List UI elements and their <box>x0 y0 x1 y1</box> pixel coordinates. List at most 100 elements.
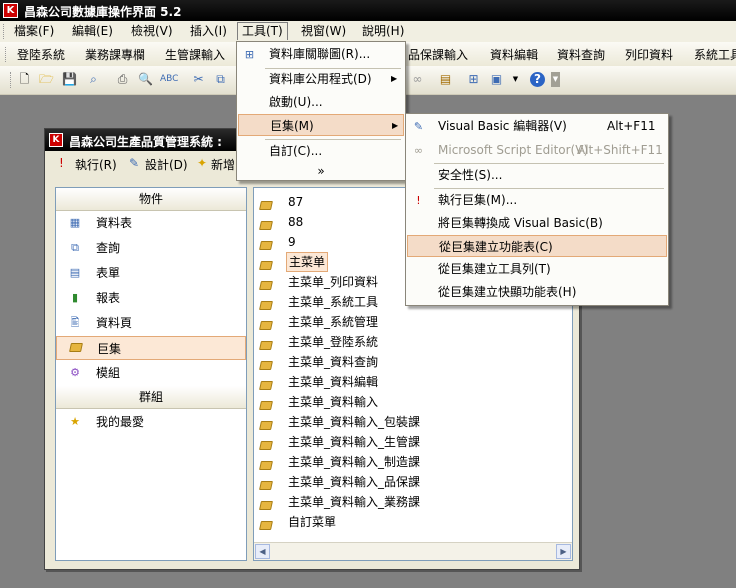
macro-icon <box>259 516 273 530</box>
save-icon[interactable]: 💾 <box>62 72 77 87</box>
object-modules[interactable]: ⚙ 模組 <box>56 361 246 385</box>
new-object-dropdown-icon[interactable]: ▼ <box>508 72 523 87</box>
submenu-convert-macro[interactable]: 將巨集轉換成 Visual Basic(B) <box>406 212 668 234</box>
object-forms[interactable]: ▤ 表單 <box>56 261 246 285</box>
menu-help[interactable]: 說明(H) <box>358 23 408 40</box>
run-icon: ! <box>59 156 64 170</box>
vb-editor-icon: ✎ <box>413 120 424 133</box>
design-button[interactable]: 設計(D) <box>145 156 188 173</box>
cmd-qa-input[interactable]: 品保課輸入 <box>408 46 468 63</box>
app-title: 昌森公司數據庫操作界面 5.2 <box>24 5 182 19</box>
macro-name: 主菜单_登陸系統 <box>288 335 379 349</box>
tools-menu: ⊞ 資料庫關聯圖(R)... 資料庫公用程式(D) ▶ 啟動(U)... 巨集(… <box>236 41 406 181</box>
search-file-icon[interactable]: ⌕ <box>86 72 101 87</box>
toolbar-options-icon[interactable]: ▼ <box>551 72 560 87</box>
menu-insert[interactable]: 插入(I) <box>186 23 231 40</box>
menu-expand-chevron-icon[interactable]: » <box>237 160 405 182</box>
new-icon[interactable]: 🗋 <box>17 72 32 87</box>
cut-icon[interactable]: ✂ <box>191 72 206 87</box>
macro-icon <box>259 436 273 450</box>
menu-window[interactable]: 視窗(W) <box>297 23 350 40</box>
macro-name: 主菜单_資料查詢 <box>288 355 379 369</box>
toolbar-grip[interactable] <box>10 72 14 88</box>
macro-name: 87 <box>288 195 304 209</box>
page-icon: 🖺 <box>70 316 80 329</box>
link-icon[interactable]: ∞ <box>410 72 425 87</box>
submenu-run-macro[interactable]: ! 執行巨集(M)... <box>406 189 668 211</box>
macro-icon <box>259 256 273 270</box>
menu-item-label: 啟動(U)... <box>269 95 323 109</box>
macro-icon <box>259 216 273 230</box>
macro-name: 自訂菜單 <box>288 515 337 529</box>
db-window-title: 昌森公司生產品質管理系統 : <box>69 135 222 149</box>
scroll-left-icon[interactable]: ◀ <box>255 544 270 559</box>
menu-item-label: 從巨集建立工具列(T) <box>438 262 551 276</box>
groups-header[interactable]: 群組 <box>56 386 246 409</box>
menu-edit[interactable]: 編輯(E) <box>68 23 117 40</box>
form-icon: ▤ <box>69 266 81 279</box>
macro-icon <box>259 456 273 470</box>
macro-icon <box>259 376 273 390</box>
submenu-arrow-icon: ▶ <box>392 121 399 130</box>
submenu-create-menu[interactable]: 從巨集建立功能表(C) <box>407 235 667 257</box>
menu-item-macro[interactable]: 巨集(M) ▶ <box>238 114 404 136</box>
properties-icon[interactable]: ▤ <box>438 72 453 87</box>
relationships-icon: ⊞ <box>244 48 255 61</box>
submenu-vb-editor[interactable]: ✎ Visual Basic 編輯器(V) Alt+F11 <box>406 115 668 137</box>
menubar-grip[interactable] <box>3 24 7 39</box>
menu-tools[interactable]: 工具(T) <box>237 22 288 40</box>
menu-file[interactable]: 檔案(F) <box>10 23 58 40</box>
objects-pane: 物件 ▦ 資料表 ⧉ 查詢 ▤ 表單 ▮ 報表 🖺 資料頁 巨集 ⚙ 模組 群組… <box>55 187 247 561</box>
group-favorites[interactable]: ★ 我的最愛 <box>56 410 246 434</box>
scroll-right-icon[interactable]: ▶ <box>556 544 571 559</box>
open-icon[interactable]: 🗁 <box>39 72 54 87</box>
run-button[interactable]: 執行(R) <box>75 156 117 173</box>
object-macros[interactable]: 巨集 <box>56 336 246 360</box>
cmd-login[interactable]: 登陸系統 <box>17 46 65 63</box>
copy-icon[interactable]: ⧉ <box>213 72 228 87</box>
module-icon: ⚙ <box>70 366 80 379</box>
menu-item-relationships[interactable]: ⊞ 資料庫關聯圖(R)... <box>237 43 405 65</box>
macro-icon <box>259 496 273 510</box>
relationships-icon[interactable]: ⊞ <box>466 72 481 87</box>
macro-name: 88 <box>288 215 304 229</box>
object-pages[interactable]: 🖺 資料頁 <box>56 311 246 335</box>
object-label: 表單 <box>96 266 121 280</box>
objects-header[interactable]: 物件 <box>56 188 246 211</box>
menu-shortcut: Alt+F11 <box>607 119 656 133</box>
menu-item-label: 巨集(M) <box>270 119 314 133</box>
menu-item-startup[interactable]: 啟動(U)... <box>237 91 405 113</box>
macro-name: 9 <box>288 235 296 249</box>
app-title-bar: K 昌森公司數據庫操作界面 5.2 <box>0 0 736 21</box>
print-icon[interactable]: ⎙ <box>115 72 130 87</box>
macro-name: 主菜单_資料輸入_制造課 <box>288 455 421 469</box>
submenu-create-shortcut-menu[interactable]: 從巨集建立快顯功能表(H) <box>406 281 668 303</box>
cmd-print[interactable]: 列印資料 <box>625 46 673 63</box>
menu-item-label: 執行巨集(M)... <box>438 193 518 207</box>
cmd-data-query[interactable]: 資料查詢 <box>557 46 605 63</box>
cmd-system-tools[interactable]: 系統工具 <box>694 46 736 63</box>
cmdbar-grip[interactable] <box>5 47 9 62</box>
menu-view[interactable]: 檢視(V) <box>127 23 177 40</box>
macro-name: 主菜单_系統工具 <box>288 295 379 309</box>
menu-item-label: 資料庫關聯圖(R)... <box>269 47 371 61</box>
help-icon[interactable]: ? <box>530 72 545 87</box>
spelling-icon[interactable]: ABC <box>160 72 178 87</box>
submenu-security[interactable]: 安全性(S)... <box>406 164 668 186</box>
submenu-create-toolbar[interactable]: 從巨集建立工具列(T) <box>406 258 668 280</box>
new-button[interactable]: 新增 <box>211 156 235 173</box>
print-preview-icon[interactable]: 🔍 <box>138 72 153 87</box>
menu-item-label: Visual Basic 編輯器(V) <box>438 119 567 133</box>
object-queries[interactable]: ⧉ 查詢 <box>56 236 246 260</box>
menu-item-customize[interactable]: 自訂(C)... <box>237 140 405 162</box>
cmd-data-edit[interactable]: 資料編輯 <box>490 46 538 63</box>
new-object-icon[interactable]: ▣ <box>489 72 504 87</box>
macro-name: 主菜单_資料編輯 <box>288 375 379 389</box>
menu-item-db-utilities[interactable]: 資料庫公用程式(D) ▶ <box>237 68 405 90</box>
macro-name: 主菜单_列印資料 <box>288 275 379 289</box>
horizontal-scrollbar[interactable]: ◀ ▶ <box>254 542 572 560</box>
cmd-production-input[interactable]: 生管課輸入 <box>165 46 225 63</box>
cmd-sales[interactable]: 業務課專欄 <box>85 46 145 63</box>
object-tables[interactable]: ▦ 資料表 <box>56 211 246 235</box>
object-reports[interactable]: ▮ 報表 <box>56 286 246 310</box>
